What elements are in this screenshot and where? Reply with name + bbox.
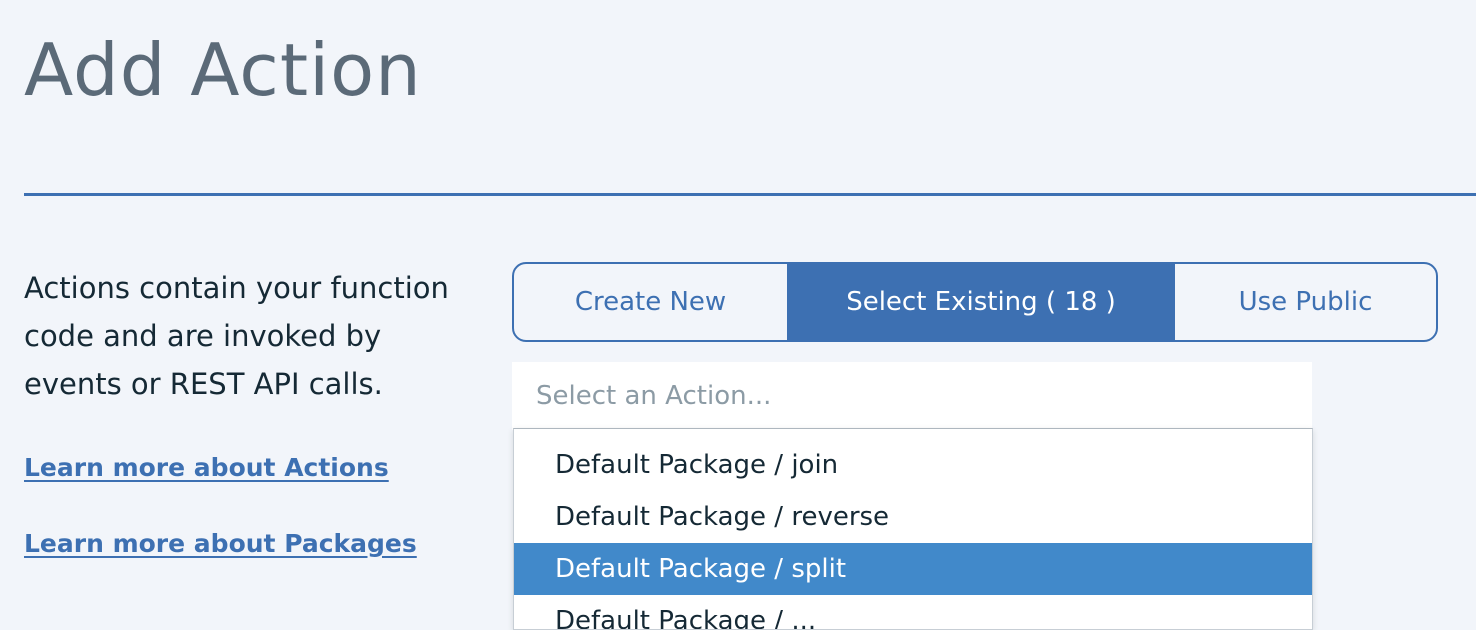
action-dropdown-menu: Default Package / join Default Package /… (513, 428, 1313, 630)
title-divider (24, 193, 1476, 196)
select-action-input[interactable] (512, 362, 1312, 430)
dropdown-option-reverse[interactable]: Default Package / reverse (514, 491, 1312, 543)
dropdown-option-split[interactable]: Default Package / split (514, 543, 1312, 595)
page-title: Add Action (24, 28, 422, 112)
learn-more-packages-link[interactable]: Learn more about Packages (24, 529, 417, 558)
dropdown-option-partial[interactable]: Default Package / ... (514, 595, 1312, 629)
learn-more-actions-link[interactable]: Learn more about Actions (24, 453, 389, 482)
tab-select-existing[interactable]: Select Existing ( 18 ) (789, 264, 1175, 340)
dropdown-option-join[interactable]: Default Package / join (514, 439, 1312, 491)
tab-use-public[interactable]: Use Public (1175, 264, 1436, 340)
action-source-tabs: Create New Select Existing ( 18 ) Use Pu… (512, 262, 1438, 342)
actions-description: Actions contain your function code and a… (24, 271, 449, 401)
tab-create-new[interactable]: Create New (514, 264, 789, 340)
